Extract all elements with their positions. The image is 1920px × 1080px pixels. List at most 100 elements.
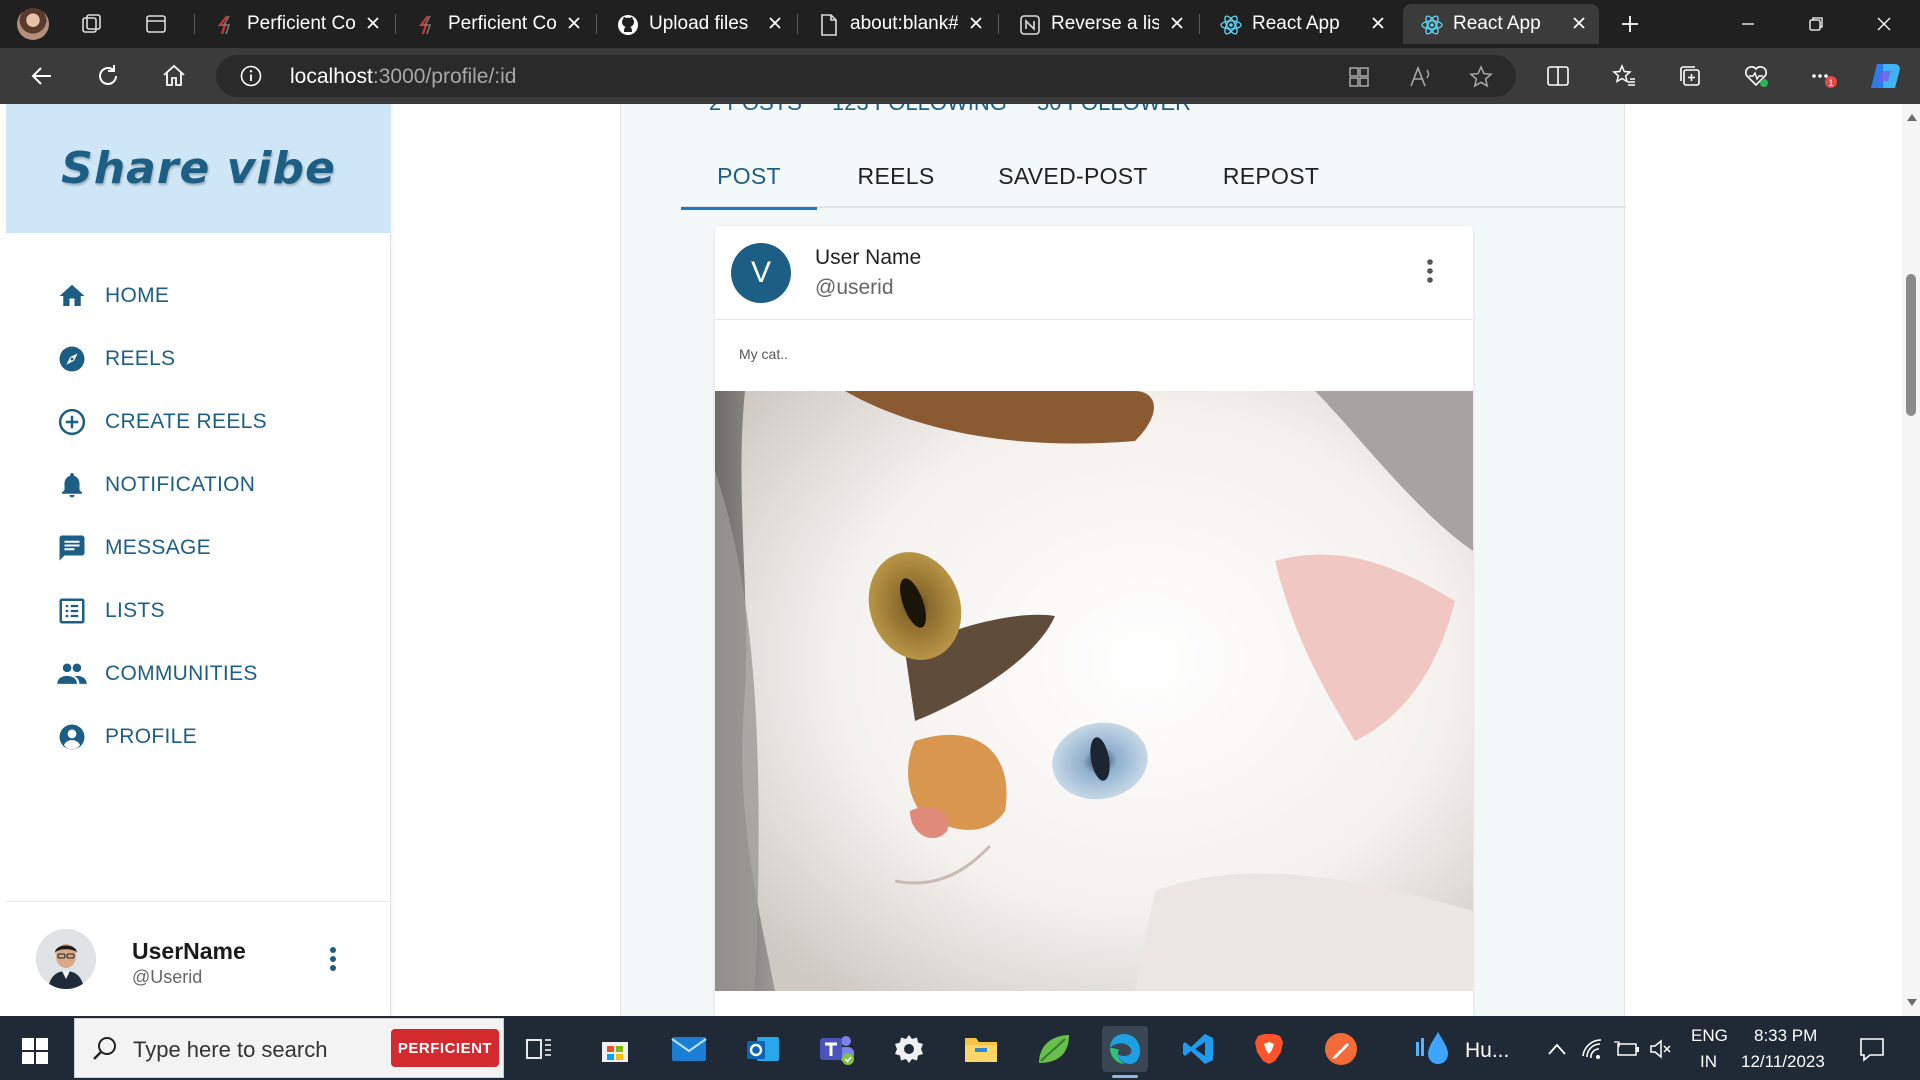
search-placeholder: Type here to search bbox=[133, 1037, 328, 1062]
following-count[interactable]: 123 FOLLOWING bbox=[832, 104, 1007, 115]
tab-post[interactable]: POST bbox=[681, 144, 817, 210]
windows-start-icon[interactable] bbox=[14, 1030, 56, 1072]
post-user-handle: @userid bbox=[815, 276, 894, 299]
brave-browser-icon[interactable] bbox=[1246, 1026, 1292, 1072]
close-icon[interactable] bbox=[765, 13, 785, 33]
post-caption: My cat.. bbox=[739, 346, 789, 362]
browser-toolbar: localhost:3000/profile/:id 1 bbox=[0, 48, 1920, 104]
scroll-up-icon[interactable] bbox=[1907, 114, 1917, 121]
github-icon bbox=[617, 14, 639, 36]
read-aloud-icon[interactable] bbox=[1408, 64, 1434, 90]
add-circle-icon bbox=[56, 406, 88, 438]
close-icon[interactable] bbox=[564, 13, 584, 33]
compass-icon bbox=[56, 343, 88, 375]
scroll-down-icon[interactable] bbox=[1907, 999, 1917, 1006]
app-available-icon[interactable] bbox=[1346, 64, 1372, 90]
site-info-icon[interactable] bbox=[240, 65, 262, 87]
more-vert-icon[interactable] bbox=[1418, 254, 1442, 288]
sidebar-item-notification[interactable]: NOTIFICATION bbox=[6, 453, 391, 516]
more-vert-icon[interactable] bbox=[321, 944, 345, 974]
vscode-icon[interactable] bbox=[1175, 1026, 1221, 1072]
address-bar[interactable]: localhost:3000/profile/:id bbox=[216, 55, 1516, 97]
taskbar-search[interactable]: Type here to search PERFICIENT bbox=[74, 1018, 504, 1078]
page-scrollbar[interactable] bbox=[1902, 104, 1920, 1016]
file-explorer-icon[interactable] bbox=[958, 1026, 1004, 1072]
post-avatar[interactable]: V bbox=[731, 243, 791, 303]
back-button[interactable] bbox=[24, 58, 60, 94]
chevron-up-icon[interactable] bbox=[1544, 1036, 1570, 1062]
sidebar-nav: HOME REELS CREATE REELS NOTIFICATION MES… bbox=[6, 264, 391, 768]
sidebar-item-home[interactable]: HOME bbox=[6, 264, 391, 327]
workspaces-icon[interactable] bbox=[76, 8, 108, 40]
avatar[interactable] bbox=[36, 929, 96, 989]
close-icon[interactable] bbox=[363, 13, 383, 33]
scrollbar-thumb[interactable] bbox=[1906, 274, 1916, 416]
url-text: localhost:3000/profile/:id bbox=[290, 65, 517, 88]
post-user-name[interactable]: User Name bbox=[815, 246, 921, 270]
weather-text[interactable]: Hu... bbox=[1465, 1039, 1509, 1063]
refresh-button[interactable] bbox=[90, 58, 126, 94]
tab-perficient-2[interactable]: Perficient Cor bbox=[398, 4, 594, 44]
browser-essentials-icon[interactable] bbox=[1738, 58, 1774, 94]
teams-icon[interactable] bbox=[814, 1026, 860, 1072]
tab-saved-post[interactable]: SAVED-POST bbox=[975, 144, 1171, 208]
home-button[interactable] bbox=[156, 58, 192, 94]
post-header: V User Name @userid bbox=[715, 226, 1473, 320]
outlook-icon[interactable] bbox=[740, 1026, 786, 1072]
tab-repost[interactable]: REPOST bbox=[1171, 144, 1371, 208]
perficient-search-badge[interactable]: PERFICIENT bbox=[391, 1029, 499, 1067]
tab-title: Upload files bbox=[649, 13, 749, 34]
split-screen-icon[interactable] bbox=[1540, 58, 1576, 94]
tab-react-app-active[interactable]: React App bbox=[1403, 4, 1599, 44]
tab-about-blank[interactable]: about:blank# bbox=[800, 4, 996, 44]
mail-icon[interactable] bbox=[666, 1026, 712, 1072]
sidebar-item-create-reels[interactable]: CREATE REELS bbox=[6, 390, 391, 453]
tab-github-upload[interactable]: Upload files bbox=[599, 4, 795, 44]
task-view-icon[interactable] bbox=[516, 1026, 562, 1072]
close-icon[interactable] bbox=[966, 13, 986, 33]
sidebar-item-message[interactable]: MESSAGE bbox=[6, 516, 391, 579]
close-icon[interactable] bbox=[1167, 13, 1187, 33]
close-window-button[interactable] bbox=[1850, 0, 1918, 48]
edge-browser-icon[interactable] bbox=[1102, 1026, 1148, 1078]
tab-reverse-list[interactable]: Reverse a list bbox=[1001, 4, 1197, 44]
tab-perficient-1[interactable]: Perficient Cor bbox=[197, 4, 393, 44]
postman-icon[interactable] bbox=[1318, 1026, 1364, 1072]
more-options-icon[interactable]: 1 bbox=[1804, 58, 1840, 94]
tab-actions-icon[interactable] bbox=[140, 8, 172, 40]
windows-taskbar: Type here to search PERFICIENT Hu... ENG… bbox=[0, 1016, 1920, 1080]
clock-date[interactable]: 12/11/2023 bbox=[1741, 1052, 1825, 1072]
sidebar-item-reels[interactable]: REELS bbox=[6, 327, 391, 390]
sidebar-item-lists[interactable]: LISTS bbox=[6, 579, 391, 642]
browser-profile-avatar[interactable] bbox=[17, 8, 49, 40]
sidebar-item-profile[interactable]: PROFILE bbox=[6, 705, 391, 768]
clock-time[interactable]: 8:33 PM bbox=[1754, 1026, 1817, 1046]
wifi-icon[interactable] bbox=[1580, 1036, 1606, 1062]
favorite-star-icon[interactable] bbox=[1468, 64, 1494, 90]
close-icon[interactable] bbox=[1368, 13, 1388, 33]
leaf-app-icon[interactable] bbox=[1031, 1026, 1077, 1072]
sidebar-item-communities[interactable]: COMMUNITIES bbox=[6, 642, 391, 705]
tab-reels[interactable]: REELS bbox=[817, 144, 975, 208]
close-icon[interactable] bbox=[1569, 13, 1589, 33]
language-top[interactable]: ENG bbox=[1691, 1026, 1728, 1046]
collections-icon[interactable] bbox=[1672, 58, 1708, 94]
battery-icon[interactable] bbox=[1614, 1036, 1640, 1062]
tab-react-app-1[interactable]: React App bbox=[1202, 4, 1398, 44]
posts-count[interactable]: 2 POSTS bbox=[709, 104, 802, 115]
notification-center-icon[interactable] bbox=[1857, 1034, 1887, 1064]
tab-title: about:blank# bbox=[850, 13, 958, 34]
settings-icon[interactable] bbox=[886, 1026, 932, 1072]
copilot-icon[interactable] bbox=[1868, 58, 1904, 94]
follower-count[interactable]: 50 FOLLOWER bbox=[1037, 104, 1191, 115]
microsoft-store-icon[interactable] bbox=[592, 1026, 638, 1072]
post-image[interactable] bbox=[715, 391, 1473, 991]
language-bottom[interactable]: IN bbox=[1700, 1052, 1717, 1072]
tab-title: React App bbox=[1252, 13, 1340, 34]
favorites-icon[interactable] bbox=[1606, 58, 1642, 94]
weather-drop-icon[interactable] bbox=[1414, 1030, 1454, 1066]
minimize-button[interactable] bbox=[1714, 0, 1782, 48]
restore-button[interactable] bbox=[1782, 0, 1850, 48]
volume-muted-icon[interactable] bbox=[1648, 1036, 1674, 1062]
new-tab-button[interactable] bbox=[1614, 8, 1646, 40]
